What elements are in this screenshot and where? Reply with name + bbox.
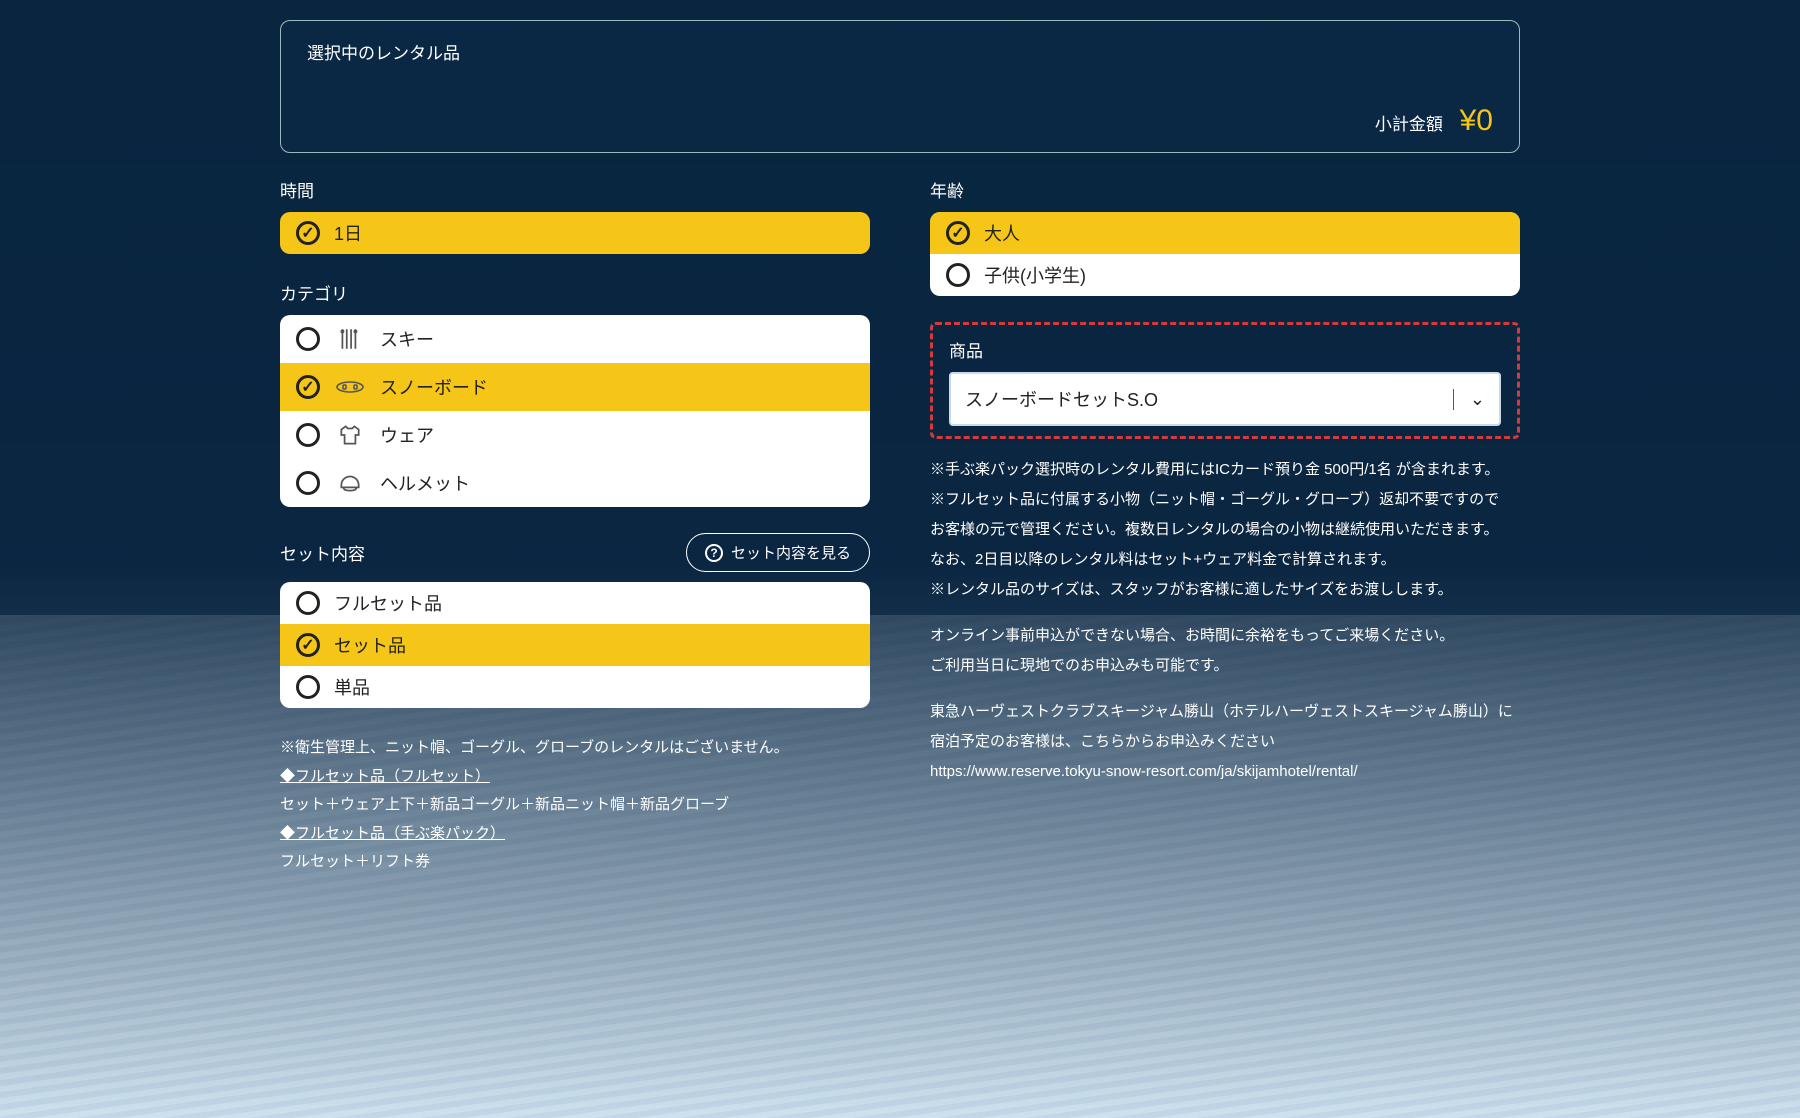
- set-option-fullset[interactable]: フルセット品: [280, 582, 870, 624]
- category-option-helmet[interactable]: ヘルメット: [280, 459, 870, 507]
- info-line: 東急ハーヴェストクラブスキージャム勝山（ホテルハーヴェストスキージャム勝山）に宿…: [930, 697, 1520, 757]
- button-label: セット内容を見る: [731, 542, 851, 563]
- chevron-down-icon: ⌄: [1453, 389, 1485, 410]
- radio-checked-icon: [296, 221, 320, 245]
- ski-icon: [334, 323, 366, 355]
- snowboard-icon: [334, 371, 366, 403]
- info-line: オンライン事前申込ができない場合、お時間に余裕をもってご来場ください。: [930, 621, 1520, 651]
- time-option-1day[interactable]: 1日: [280, 212, 870, 254]
- product-selected-value: スノーボードセットS.O: [965, 386, 1158, 412]
- product-highlight-box: 商品 スノーボードセットS.O ⌄: [930, 322, 1520, 439]
- radio-unchecked-icon: [296, 471, 320, 495]
- info-line: なお、2日目以降のレンタル料はセット+ウェア料金で計算されます。: [930, 545, 1520, 575]
- option-label: 大人: [984, 220, 1020, 246]
- radio-unchecked-icon: [296, 591, 320, 615]
- option-label: 単品: [334, 674, 370, 700]
- time-label: 時間: [280, 177, 870, 202]
- option-label: 1日: [334, 220, 362, 246]
- product-label: 商品: [949, 337, 1501, 362]
- category-option-snowboard[interactable]: スノーボード: [280, 363, 870, 411]
- selected-rentals-box: 選択中のレンタル品 小計金額 ¥0: [280, 20, 1520, 153]
- subtotal-label: 小計金額: [1375, 115, 1443, 134]
- radio-unchecked-icon: [296, 675, 320, 699]
- age-option-child[interactable]: 子供(小学生): [930, 254, 1520, 296]
- note-line: ◆フルセット品（フルセット）: [280, 763, 870, 792]
- age-option-adult[interactable]: 大人: [930, 212, 1520, 254]
- radio-checked-icon: [296, 633, 320, 657]
- option-label: ヘルメット: [380, 470, 470, 496]
- set-option-set[interactable]: セット品: [280, 624, 870, 666]
- category-option-wear[interactable]: ウェア: [280, 411, 870, 459]
- product-select[interactable]: スノーボードセットS.O ⌄: [949, 372, 1501, 426]
- set-option-single[interactable]: 単品: [280, 666, 870, 708]
- subtotal-amount: ¥0: [1460, 104, 1493, 137]
- radio-unchecked-icon: [296, 423, 320, 447]
- set-panel: フルセット品 セット品 単品: [280, 582, 870, 708]
- option-label: スノーボード: [380, 374, 488, 400]
- note-line: ※衛生管理上、ニット帽、ゴーグル、グローブのレンタルはございません。: [280, 734, 870, 763]
- right-info: ※手ぶ楽パック選択時のレンタル費用にはICカード預り金 500円/1名 が含まれ…: [930, 455, 1520, 787]
- option-label: フルセット品: [334, 590, 442, 616]
- info-line: ※レンタル品のサイズは、スタッフがお客様に適したサイズをお渡しします。: [930, 575, 1520, 605]
- helmet-icon: [334, 467, 366, 499]
- left-notes: ※衛生管理上、ニット帽、ゴーグル、グローブのレンタルはございません。 ◆フルセッ…: [280, 734, 870, 877]
- option-label: 子供(小学生): [984, 262, 1086, 288]
- cart-title: 選択中のレンタル品: [307, 39, 1493, 64]
- option-label: ウェア: [380, 422, 434, 448]
- radio-checked-icon: [296, 375, 320, 399]
- info-url: https://www.reserve.tokyu-snow-resort.co…: [930, 757, 1520, 787]
- info-line: ご利用当日に現地でのお申込みも可能です。: [930, 651, 1520, 681]
- radio-unchecked-icon: [296, 327, 320, 351]
- info-line: ※手ぶ楽パック選択時のレンタル費用にはICカード預り金 500円/1名 が含まれ…: [930, 455, 1520, 485]
- age-label: 年齢: [930, 177, 1520, 202]
- category-label: カテゴリ: [280, 280, 870, 305]
- time-panel: 1日: [280, 212, 870, 254]
- radio-unchecked-icon: [946, 263, 970, 287]
- set-label: セット内容: [280, 540, 365, 565]
- info-line: ※フルセット品に付属する小物（ニット帽・ゴーグル・グローブ）返却不要ですので: [930, 485, 1520, 515]
- radio-checked-icon: [946, 221, 970, 245]
- view-set-contents-button[interactable]: ? セット内容を見る: [686, 533, 870, 572]
- category-panel: スキー スノーボード ウェア: [280, 315, 870, 507]
- question-icon: ?: [705, 544, 723, 562]
- category-option-ski[interactable]: スキー: [280, 315, 870, 363]
- wear-icon: [334, 419, 366, 451]
- option-label: セット品: [334, 632, 406, 658]
- option-label: スキー: [380, 326, 434, 352]
- info-line: お客様の元で管理ください。複数日レンタルの場合の小物は継続使用いただきます。: [930, 515, 1520, 545]
- note-line: フルセット＋リフト券: [280, 848, 870, 877]
- note-line: ◆フルセット品（手ぶ楽パック）: [280, 820, 870, 849]
- age-panel: 大人 子供(小学生): [930, 212, 1520, 296]
- note-line: セット＋ウェア上下＋新品ゴーグル＋新品ニット帽＋新品グローブ: [280, 791, 870, 820]
